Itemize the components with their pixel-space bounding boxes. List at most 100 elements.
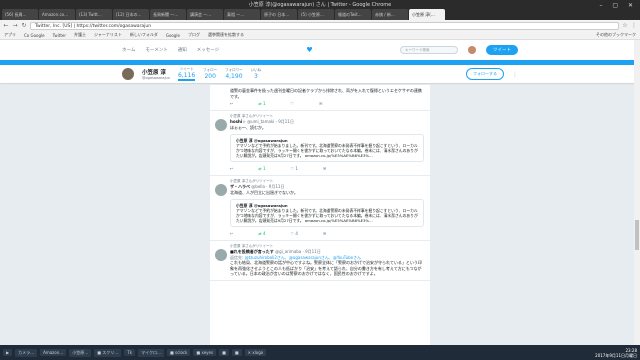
tweet[interactable]: 小笠原 淳さんがリツイート hoshi☆ @umi_tamaki · 9月11日… <box>210 111 430 176</box>
tweet-avatar[interactable] <box>215 183 227 196</box>
taskbar-item[interactable]: ▶ <box>3 349 13 356</box>
bookmark-item[interactable]: Twitter <box>53 33 66 38</box>
stat-followers[interactable]: フォロワー 4,190 <box>225 68 243 80</box>
quoted-tweet[interactable]: 小笠原 淳 @ogasawarajun アマゾンなどで予約が始まりました。新刊で… <box>230 199 424 227</box>
profile-bar: 小笠原 淳 @ogasawarajun ツイート 6,116 フォロー 200 フォ… <box>0 65 640 83</box>
tweet-actions: ↩ ⇄ 4 ♡ 4 ✉ <box>230 231 424 237</box>
browser-tab[interactable]: (5) 小笠原… <box>298 9 334 20</box>
twitter-nav: ホーム モーメント 通知 メッセージ ♥ キーワード検索 ツイート <box>0 40 640 60</box>
browser-tab[interactable]: (56) 長周… <box>2 9 38 20</box>
browser-tab[interactable]: 原子の 日本… <box>261 9 297 20</box>
like-icon[interactable]: ♡ 1 <box>291 166 298 172</box>
user-avatar[interactable] <box>468 46 476 54</box>
reply-icon[interactable]: ↩ <box>230 166 233 172</box>
timeline: 道警の裏金事件を扱った週刊金曜日の記者クラブから排除され、両がを入れて復帰という… <box>210 85 430 345</box>
taskbar-item[interactable]: ✕ xlogo <box>244 349 267 356</box>
nav-home[interactable]: ホーム <box>122 47 135 53</box>
bookmark-item[interactable]: 選挙関連を拡散する <box>208 32 244 38</box>
like-icon[interactable]: ♡ <box>291 101 295 107</box>
taskbar-item[interactable]: マイクロ… <box>138 348 164 357</box>
taskbar-item[interactable]: ■ <box>219 349 229 356</box>
bookmark-item[interactable]: 弁護士 <box>74 32 86 38</box>
browser-tab[interactable]: (12) 日本の… <box>113 9 149 20</box>
other-bookmarks[interactable]: その他のブックマーク <box>596 32 636 38</box>
browser-tab-active[interactable]: 小笠原 淳(… <box>409 9 445 20</box>
bookmark-item[interactable]: ブログ <box>188 32 200 38</box>
taskbar-item[interactable]: ■ xeyes <box>193 349 217 356</box>
tweet-author[interactable]: ザ・ハラペ <box>230 184 250 189</box>
browser-tab[interactable]: 赤旗 / 新… <box>372 9 408 20</box>
tweet[interactable]: 道警の裏金事件を扱った週刊金曜日の記者クラブから排除され、両がを入れて復帰という… <box>210 85 430 111</box>
dm-icon[interactable]: ✉ <box>323 231 326 237</box>
retweet-icon[interactable]: ⇄ 1 <box>258 101 265 107</box>
reply-icon[interactable]: ↩ <box>230 231 233 237</box>
tweet-avatar[interactable] <box>215 118 227 131</box>
taskbar-item[interactable]: Amazon… <box>40 349 67 356</box>
browser-tab[interactable]: 報道のTwit… <box>335 9 371 20</box>
tweet-avatar[interactable] <box>215 248 227 261</box>
search-input[interactable]: キーワード検索 <box>400 46 458 54</box>
nav-messages[interactable]: メッセージ <box>197 47 219 53</box>
taskbar-item[interactable]: カメラ… <box>15 348 38 357</box>
stat-tweets[interactable]: ツイート 6,116 <box>177 67 196 81</box>
stat-likes[interactable]: いいね 3 <box>251 68 262 80</box>
url-input[interactable]: Twitter, Inc. [US] | https://twitter.com… <box>30 21 619 30</box>
menu-icon[interactable]: ⋮ <box>631 22 637 29</box>
stat-following[interactable]: フォロー 200 <box>203 68 217 80</box>
scrollbar-thumb[interactable] <box>635 220 639 250</box>
browser-tab[interactable]: 講演会 —… <box>187 9 223 20</box>
scrollbar[interactable] <box>634 40 640 345</box>
tweet-text: ほぉぉ〜、読むか。 <box>230 124 266 130</box>
profile-name: 小笠原 淳 <box>142 70 166 76</box>
address-bar: ← → ↻ Twitter, Inc. [US] | https://twitt… <box>0 20 640 31</box>
browser-tab[interactable]: 長周新聞 —… <box>150 9 186 20</box>
nav-notifications[interactable]: 通知 <box>178 47 187 53</box>
tweet-button[interactable]: ツイート <box>486 45 518 55</box>
star-icon[interactable]: ☆ <box>622 22 628 29</box>
window-controls[interactable]: – ▢ ✕ <box>599 2 637 9</box>
stat-value: 6,116 <box>177 72 196 79</box>
more-icon[interactable]: ⋮ <box>512 71 518 78</box>
dm-icon[interactable]: ✉ <box>323 166 326 172</box>
dm-icon[interactable]: ✉ <box>319 101 322 107</box>
tweet[interactable]: 小笠原 淳さんがリツイート ザ・ハラペ @bella · 9月11日 北海道、人… <box>210 176 430 241</box>
stat-value: 3 <box>254 73 258 80</box>
bookmark-item[interactable]: Co Google <box>24 33 45 38</box>
profile-avatar[interactable] <box>122 68 134 80</box>
retweet-icon[interactable]: ⇄ 1 <box>258 166 265 172</box>
tweet-author[interactable]: ■れを投稿者が言ったす <box>230 249 274 254</box>
taskbar-item[interactable]: 小笠原… <box>69 348 92 357</box>
back-icon[interactable]: ← <box>3 22 9 29</box>
clock[interactable]: 23:28 2017年9月11日月曜日 <box>595 348 637 358</box>
bookmark-item[interactable]: ジャーナリスト <box>94 32 122 38</box>
taskbar-item[interactable]: ■ <box>231 349 242 356</box>
quoted-tweet[interactable]: 小笠原 淳 @ogasawarajun アマゾンなどで予約が始まりました。新刊で… <box>230 134 424 162</box>
forward-icon[interactable]: → <box>12 22 18 29</box>
reload-icon[interactable]: ↻ <box>21 22 27 29</box>
bookmark-item[interactable]: アプリ <box>4 32 16 38</box>
tweet-meta: @gi_arimaba · 9月11日 <box>275 249 321 254</box>
browser-tab[interactable]: (13) Twitt… <box>76 9 112 20</box>
taskbar-item[interactable]: ■ sclock <box>167 349 191 356</box>
bookmark-item[interactable]: 新しいフォルダ <box>130 32 158 38</box>
bookmark-item[interactable]: Google <box>166 33 180 38</box>
tweet-author[interactable]: hoshi☆ <box>230 119 246 124</box>
nav-moments[interactable]: モーメント <box>145 47 167 53</box>
taskbar-item[interactable]: ■ スクリ… <box>94 348 122 357</box>
profile-handle: @ogasawarajun <box>142 76 170 80</box>
reply-icon[interactable]: ↩ <box>230 101 233 107</box>
follow-button[interactable]: フォローする <box>466 68 504 80</box>
tweet-meta: @bella · 9月11日 <box>251 184 285 189</box>
like-icon[interactable]: ♡ 4 <box>291 231 298 237</box>
quoted-text: アマゾンなどで予約が始まりました。新刊です。北海道警察の未発表不祥事を掘り起こす… <box>236 208 418 223</box>
reply-to-link[interactable]: @tzuzuhirobali2さん、@ogasawarajunさん、@YouTu… <box>245 255 361 260</box>
taskbar-item[interactable]: Tk <box>124 349 136 356</box>
bookmarks-bar: アプリ Co Google Twitter 弁護士 ジャーナリスト 新しいフォル… <box>0 31 640 40</box>
stat-value: 200 <box>204 73 216 80</box>
browser-tab[interactable]: Amazon.co… <box>39 9 75 20</box>
browser-tab[interactable]: 真相 —… <box>224 9 260 20</box>
tweet-text: 北海道、人が目立に出過ぎでないか。 <box>230 189 298 195</box>
retweet-icon[interactable]: ⇄ 4 <box>258 231 265 237</box>
window-titlebar: 小笠原 淳(@ogasawarajun) さん | Twitter - Goog… <box>0 0 640 20</box>
tweet[interactable]: 小笠原 淳さんがリツイート ■れを投稿者が言ったす @gi_arimaba · … <box>210 241 430 281</box>
